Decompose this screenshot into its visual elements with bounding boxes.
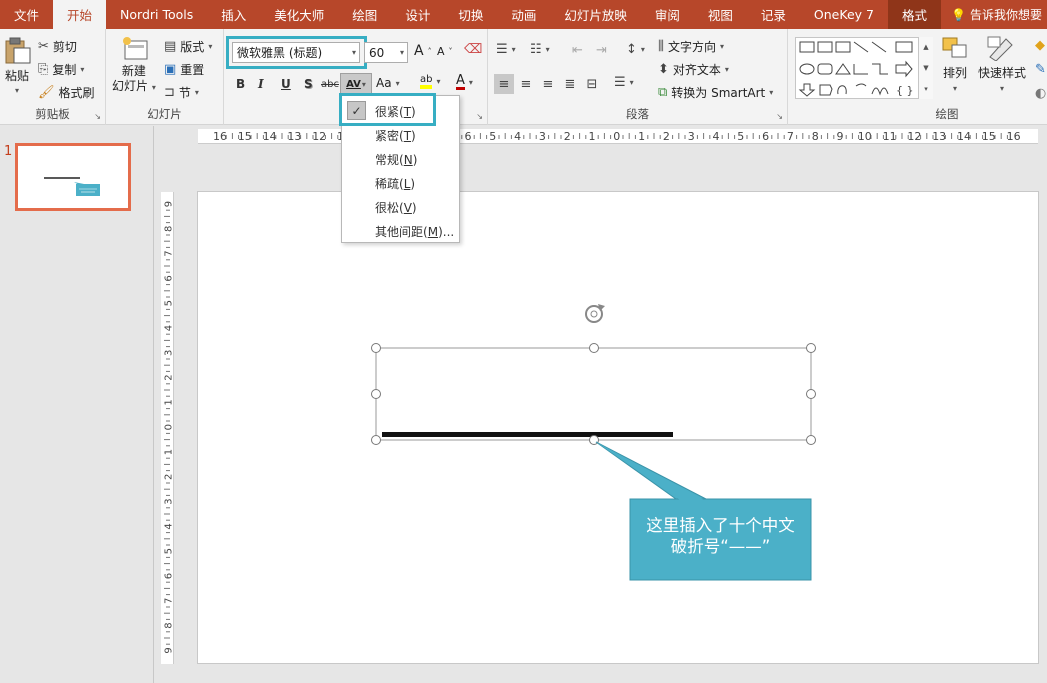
spacing-menu-highlight: [339, 93, 436, 126]
spacing-option-2[interactable]: 常规(N): [375, 151, 417, 168]
resize-handle-right[interactable]: [806, 389, 816, 399]
spacing-option-shortcut: (N): [399, 153, 418, 167]
callout-text: 这里插入了十个中文 破折号“——”: [630, 515, 811, 557]
em-dash-text-line: [382, 432, 673, 437]
spacing-option-shortcut: (M): [423, 225, 443, 239]
callout-text-line-2: 破折号“——”: [670, 537, 771, 556]
spacing-option-4[interactable]: 很松(V): [375, 199, 417, 216]
spacing-option-key: T: [403, 129, 412, 143]
callout-text-line-1: 这里插入了十个中文: [646, 516, 795, 535]
spacing-option-shortcut: (L): [399, 177, 416, 191]
resize-handle-top-right[interactable]: [806, 343, 816, 353]
spacing-option-1[interactable]: 紧密(T): [375, 127, 416, 144]
spacing-option-key: L: [403, 177, 411, 191]
spacing-option-label: 稀疏: [375, 177, 400, 191]
spacing-option-key: M: [427, 225, 439, 239]
spacing-option-label: 紧密: [375, 129, 400, 143]
spacing-option-shortcut: (T): [399, 129, 416, 143]
resize-handle-top-left[interactable]: [371, 343, 381, 353]
resize-handle-left[interactable]: [371, 389, 381, 399]
spacing-option-label: 其他间距: [375, 225, 424, 239]
spacing-option-5[interactable]: 其他间距(M)...: [375, 223, 454, 240]
spacing-option-3[interactable]: 稀疏(L): [375, 175, 415, 192]
rotate-handle-icon[interactable]: [585, 304, 605, 323]
callout-shape[interactable]: [595, 441, 812, 581]
resize-handle-top[interactable]: [589, 343, 599, 353]
spacing-option-key: V: [403, 201, 412, 215]
resize-handle-bottom-right[interactable]: [806, 435, 816, 445]
spacing-option-label: 常规: [375, 153, 400, 167]
spacing-option-label: 很松: [375, 201, 400, 215]
spacing-option-ellipsis: ...: [442, 225, 455, 239]
slide-objects-layer: [371, 304, 816, 581]
spacing-option-key: N: [403, 153, 413, 167]
resize-handle-bottom-left[interactable]: [371, 435, 381, 445]
spacing-option-shortcut: (V): [399, 201, 417, 215]
selected-textbox[interactable]: [375, 347, 812, 441]
